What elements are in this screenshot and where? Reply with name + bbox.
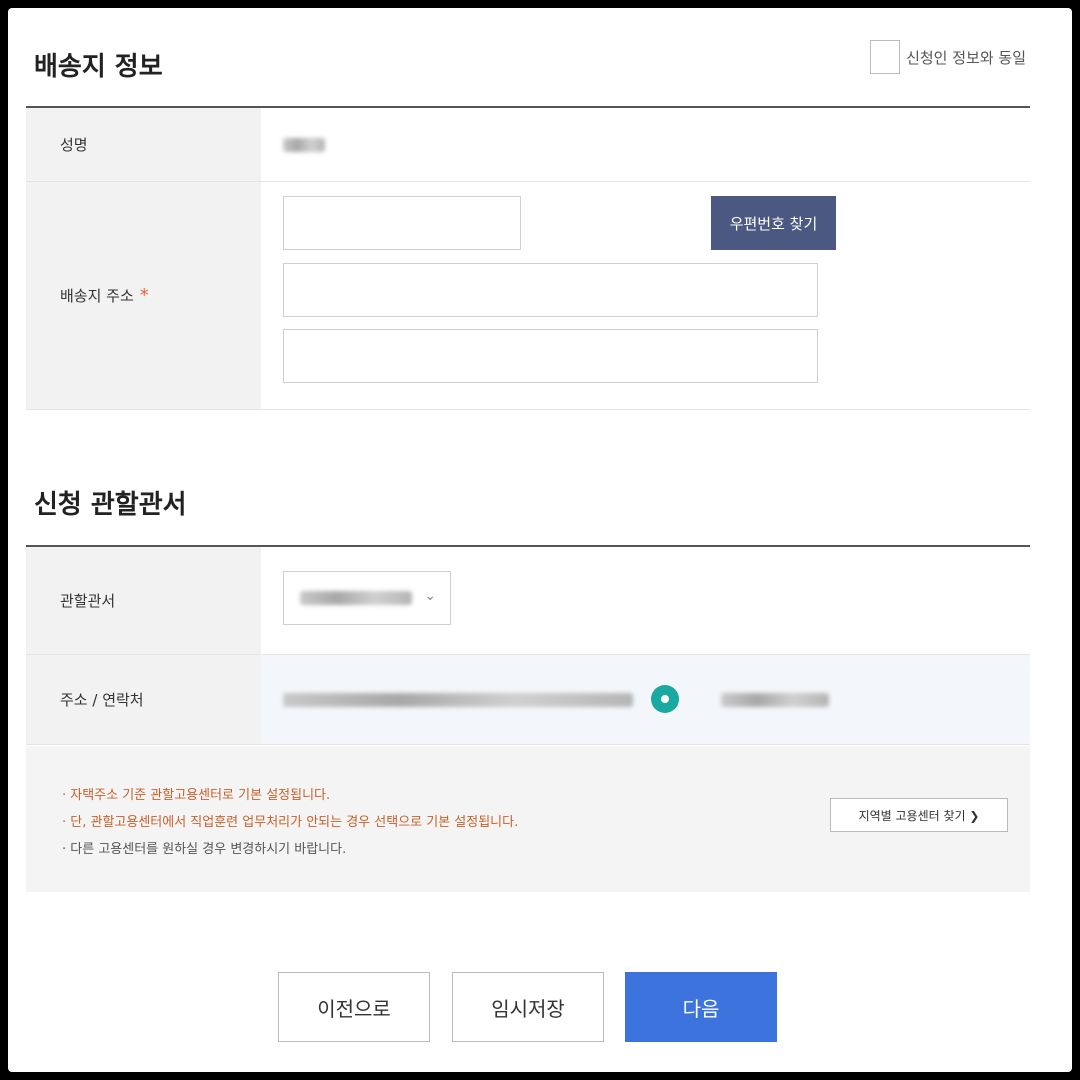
temp-save-button[interactable]: 임시저장 (452, 972, 604, 1042)
address-label: 배송지 주소 * (26, 182, 261, 409)
same-as-applicant-checkbox[interactable]: 신청인 정보와 동일 (870, 40, 1026, 74)
office-phone-redacted (721, 693, 829, 707)
office-address-redacted (283, 693, 633, 707)
notice-box: 자택주소 기준 관할고용센터로 기본 설정됩니다. 단, 관할고용센터에서 직업… (26, 746, 1030, 892)
name-value-redacted (283, 138, 325, 152)
contact-row: 주소 / 연락처 (26, 655, 1030, 745)
map-pin-icon[interactable] (651, 685, 679, 713)
form-page: 배송지 정보 신청인 정보와 동일 성명 배송지 주소 * 우편번호 찾기 신청… (8, 8, 1072, 1072)
next-button[interactable]: 다음 (625, 972, 777, 1042)
zipcode-search-button[interactable]: 우편번호 찾기 (711, 196, 836, 250)
name-label: 성명 (26, 108, 261, 181)
same-as-applicant-label: 신청인 정보와 동일 (906, 48, 1026, 67)
contact-label: 주소 / 연락처 (26, 655, 261, 744)
required-mark: * (139, 285, 149, 306)
chevron-down-icon: ⌄ (424, 588, 436, 604)
office-row: 관할관서 ⌄ (26, 547, 1030, 655)
notice-line: 자택주소 기준 관할고용센터로 기본 설정됩니다. (62, 782, 518, 809)
zipcode-input[interactable] (283, 196, 521, 250)
notice-list: 자택주소 기준 관할고용센터로 기본 설정됩니다. 단, 관할고용센터에서 직업… (62, 782, 518, 863)
delivery-section-title: 배송지 정보 (34, 52, 163, 82)
office-section-title: 신청 관할관서 (34, 490, 187, 520)
contact-cell (261, 655, 1030, 744)
name-row: 성명 (26, 108, 1030, 182)
address-line1-input[interactable] (283, 263, 818, 317)
office-select-value-redacted (300, 591, 412, 605)
address-inputs: 우편번호 찾기 (261, 182, 1030, 409)
address-label-text: 배송지 주소 (60, 287, 134, 305)
office-select-cell: ⌄ (261, 547, 1030, 654)
office-select[interactable]: ⌄ (283, 571, 451, 625)
name-value-cell (261, 108, 1030, 181)
address-row: 배송지 주소 * 우편번호 찾기 (26, 182, 1030, 410)
notice-line: 단, 관할고용센터에서 직업훈련 업무처리가 안되는 경우 선택으로 기본 설정… (62, 809, 518, 836)
notice-line: 다른 고용센터를 원하실 경우 변경하시기 바랍니다. (62, 836, 518, 863)
region-center-search-button[interactable]: 지역별 고용센터 찾기 ❯ (830, 798, 1008, 832)
address-line2-input[interactable] (283, 329, 818, 383)
prev-button[interactable]: 이전으로 (278, 972, 430, 1042)
checkbox-box[interactable] (870, 40, 901, 74)
office-label: 관할관서 (26, 547, 261, 654)
